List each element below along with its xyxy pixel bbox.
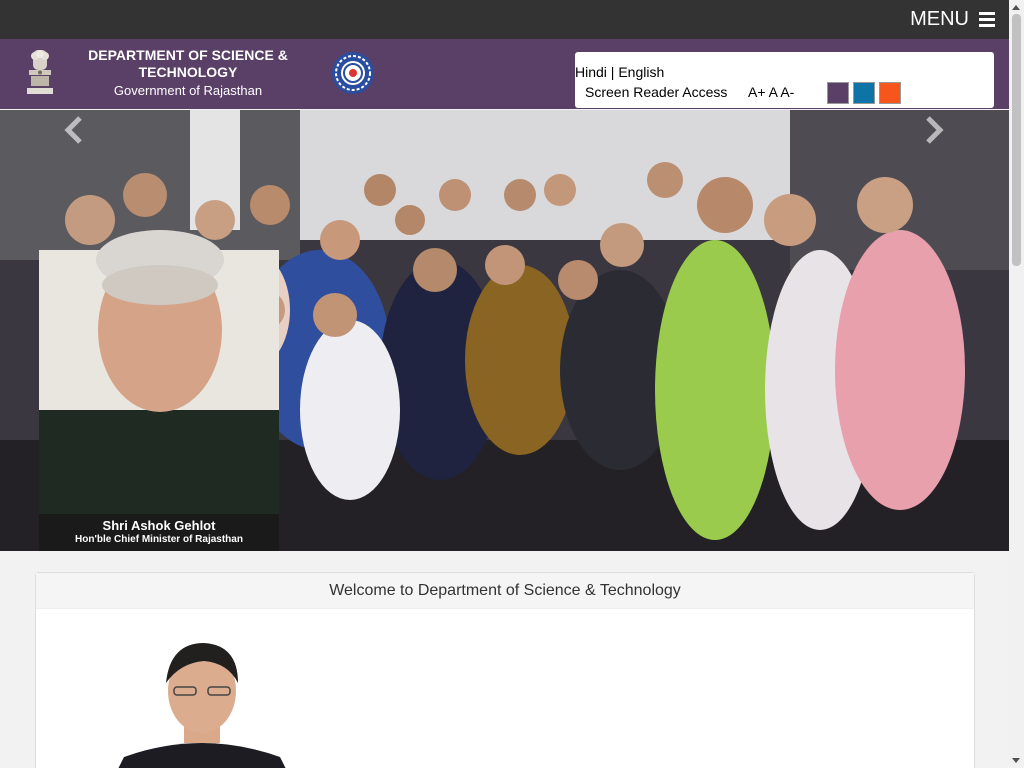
caption-name: Shri Ashok Gehlot xyxy=(102,518,216,533)
government-name: Government of Rajasthan xyxy=(113,83,263,98)
welcome-heading: Welcome to Department of Science & Techn… xyxy=(36,573,974,609)
top-bar: MENU xyxy=(0,0,1009,39)
theme-swatches xyxy=(827,82,901,104)
deputy-cm-photo xyxy=(114,643,290,768)
page-scrollbar[interactable] xyxy=(1009,0,1024,768)
theme-orange-button[interactable] xyxy=(879,82,901,104)
hero-slider: Shri Ashok Gehlot Hon'ble Chief Minister… xyxy=(0,110,1009,551)
hamburger-icon xyxy=(979,12,995,27)
slide-photo xyxy=(0,110,1009,551)
site-header: DEPARTMENT OF SCIENCE & TECHNOLOGY Gover… xyxy=(0,39,1009,109)
caption-role: Hon'ble Chief Minister of Rajasthan xyxy=(75,534,243,545)
theme-purple-button[interactable] xyxy=(827,82,849,104)
lang-hindi-link[interactable]: Hindi xyxy=(575,64,607,80)
menu-button[interactable]: MENU xyxy=(910,8,995,31)
language-switcher: Hindi | English xyxy=(575,64,664,80)
slide-caption: Shri Ashok Gehlot Hon'ble Chief Minister… xyxy=(39,514,279,551)
menu-label: MENU xyxy=(910,8,969,30)
state-emblem-icon xyxy=(27,50,53,94)
scroll-thumb[interactable] xyxy=(1012,14,1021,266)
department-title: DEPARTMENT OF SCIENCE & TECHNOLOGY Gover… xyxy=(80,47,296,100)
lang-english-link[interactable]: English xyxy=(618,64,664,80)
slider-prev-icon[interactable] xyxy=(60,110,90,150)
slider-next-icon[interactable] xyxy=(918,110,948,150)
font-normal-button[interactable]: A xyxy=(769,84,778,100)
scroll-down-icon[interactable] xyxy=(1012,758,1020,763)
accessibility-tools: Hindi | English Screen Reader Access A+ … xyxy=(575,52,994,108)
font-size-controls: A+ A A- xyxy=(748,84,794,100)
welcome-panel: Welcome to Department of Science & Techn… xyxy=(35,572,975,768)
font-larger-button[interactable]: A+ xyxy=(748,84,766,100)
dst-logo-icon xyxy=(332,52,374,94)
lang-separator: | xyxy=(610,64,615,80)
font-smaller-button[interactable]: A- xyxy=(780,84,794,100)
department-name: DEPARTMENT OF SCIENCE & TECHNOLOGY xyxy=(88,47,288,80)
theme-blue-button[interactable] xyxy=(853,82,875,104)
scroll-up-icon[interactable] xyxy=(1012,5,1020,10)
screen-reader-link[interactable]: Screen Reader Access xyxy=(585,84,727,100)
